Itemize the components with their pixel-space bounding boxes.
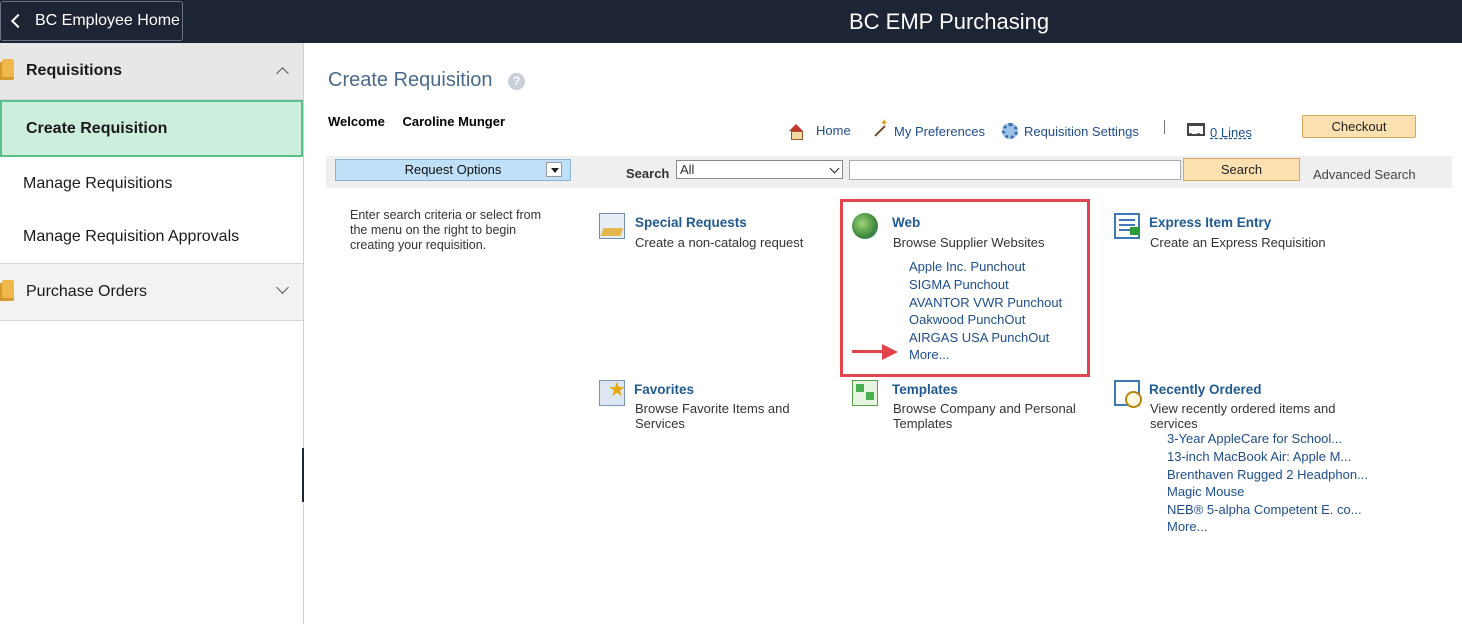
star-icon <box>599 377 626 406</box>
chevron-down-icon <box>829 163 840 174</box>
favorites-link[interactable]: Favorites <box>634 382 694 397</box>
sidebar-item-manage-requisitions[interactable]: Manage Requisitions <box>0 157 303 210</box>
home-icon <box>788 123 804 140</box>
welcome-text: Welcome Caroline Munger <box>328 114 505 129</box>
requisition-settings-link[interactable]: Requisition Settings <box>1002 123 1139 139</box>
requisition-settings-label: Requisition Settings <box>1024 123 1139 139</box>
advanced-search-link[interactable]: Advanced Search <box>1313 167 1416 182</box>
templates-icon <box>852 380 878 406</box>
chevron-left-icon <box>10 13 26 29</box>
recent-item-link[interactable]: 13-inch MacBook Air: Apple M... <box>1167 449 1351 464</box>
my-preferences-link[interactable]: My Preferences <box>872 118 986 139</box>
welcome-label: Welcome <box>328 114 385 129</box>
recent-item-link[interactable]: Magic Mouse <box>1167 484 1244 499</box>
special-requests-desc: Create a non-catalog request <box>635 235 804 250</box>
recently-ordered-link[interactable]: Recently Ordered <box>1149 382 1262 397</box>
recent-item-link[interactable]: NEB® 5-alpha Competent E. co... <box>1167 502 1362 517</box>
home-link[interactable]: Home <box>788 123 851 140</box>
recent-more-link[interactable]: More... <box>1167 519 1207 534</box>
back-button-label: BC Employee Home <box>35 12 180 29</box>
express-item-entry-link[interactable]: Express Item Entry <box>1149 215 1271 230</box>
special-request-icon <box>599 213 625 239</box>
magic-wand-icon <box>872 118 888 139</box>
express-entry-icon <box>1114 213 1140 239</box>
sidebar-group-requisitions[interactable]: Requisitions <box>0 43 303 100</box>
top-banner: BC Employee Home BC EMP Purchasing <box>0 0 1462 43</box>
cart-lines-link[interactable]: 0 Lines <box>1210 125 1252 140</box>
search-label: Search <box>626 166 670 181</box>
gear-icon <box>1002 123 1018 139</box>
templates-desc: Browse Company and Personal Templates <box>893 401 1076 431</box>
checkout-button[interactable]: Checkout <box>1302 115 1416 138</box>
folder-icon <box>0 280 14 301</box>
search-scope-value: All <box>680 162 695 177</box>
search-bar: Request Options Search All Search Advanc… <box>326 156 1452 188</box>
request-options-dropdown[interactable]: Request Options <box>335 159 571 181</box>
banner-title: BC EMP Purchasing <box>849 9 1050 34</box>
favorites-desc: Browse Favorite Items and Services <box>635 401 790 431</box>
clock-icon <box>1114 380 1142 408</box>
user-name: Caroline Munger <box>402 114 506 129</box>
search-button[interactable]: Search <box>1183 158 1300 181</box>
dropdown-arrow-icon[interactable] <box>546 162 562 177</box>
sidebar-group-purchase-orders[interactable]: Purchase Orders <box>0 264 303 321</box>
sidebar-group-label: Purchase Orders <box>26 283 147 300</box>
express-item-entry-desc: Create an Express Requisition <box>1150 235 1326 250</box>
sidebar: Requisitions Create Requisition Manage R… <box>0 43 304 627</box>
folder-icon <box>0 59 14 80</box>
chevron-up-icon[interactable] <box>276 67 289 80</box>
special-requests-link[interactable]: Special Requests <box>635 215 747 230</box>
help-icon[interactable]: ? <box>508 73 525 90</box>
cart-icon[interactable] <box>1184 121 1205 137</box>
request-options-label: Request Options <box>404 162 502 177</box>
page-title: Create Requisition <box>328 69 493 91</box>
divider <box>1164 120 1165 134</box>
recently-ordered-desc: View recently ordered items and services <box>1150 401 1336 431</box>
sidebar-requisitions-items: Create Requisition Manage Requisitions M… <box>0 100 303 264</box>
instructions-text: Enter search criteria or select from the… <box>350 208 542 252</box>
templates-link[interactable]: Templates <box>892 382 958 397</box>
search-scope-select[interactable]: All <box>676 160 843 179</box>
annotation-arrow-icon <box>852 344 900 360</box>
recent-item-link[interactable]: 3-Year AppleCare for School... <box>1167 431 1342 446</box>
my-preferences-label: My Preferences <box>894 123 986 139</box>
home-link-label: Home <box>816 123 851 138</box>
sidebar-empty-area <box>0 321 303 627</box>
sidebar-group-label: Requisitions <box>26 62 123 79</box>
sidebar-item-manage-requisition-approvals[interactable]: Manage Requisition Approvals <box>0 210 303 263</box>
main-content: Create Requisition ? Welcome Caroline Mu… <box>304 43 1462 624</box>
sidebar-item-create-requisition[interactable]: Create Requisition <box>0 100 303 157</box>
recent-item-link[interactable]: Brenthaven Rugged 2 Headphon... <box>1167 467 1368 482</box>
back-to-employee-home-button[interactable]: BC Employee Home <box>0 1 183 41</box>
search-input[interactable] <box>849 160 1181 180</box>
chevron-down-icon[interactable] <box>276 281 289 294</box>
